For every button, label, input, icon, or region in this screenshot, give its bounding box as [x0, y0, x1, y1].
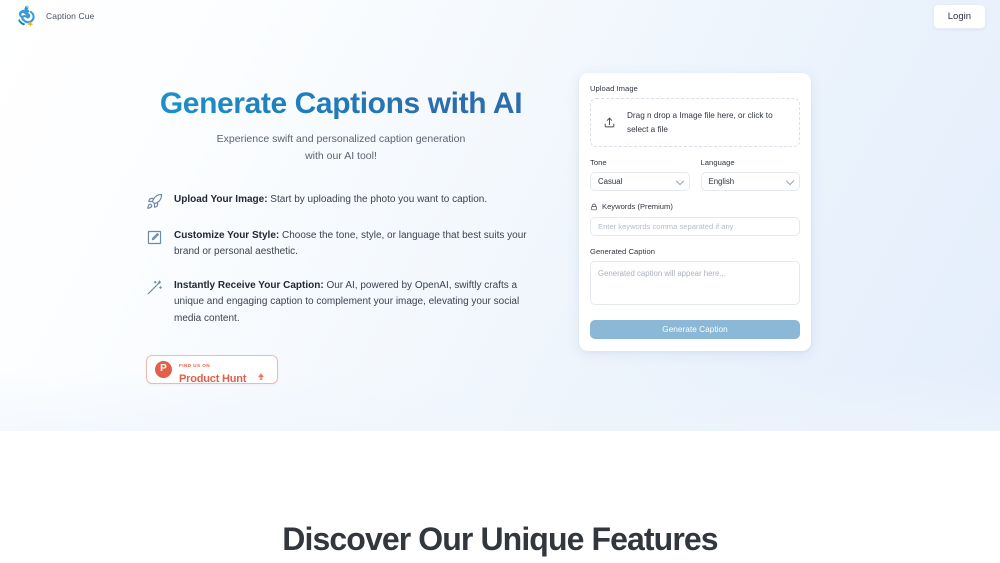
upload-icon: [603, 116, 616, 129]
rocket-icon: [146, 193, 163, 210]
features-section-title: Discover Our Unique Features: [282, 521, 718, 557]
tone-select[interactable]: Casual: [590, 172, 690, 191]
language-field: Language English: [700, 158, 800, 191]
upvote-caret-icon: [258, 356, 264, 378]
feature-item-instant-text: Instantly Receive Your Caption: Our AI, …: [174, 278, 536, 327]
tone-selected-value: Casual: [598, 177, 623, 186]
feature-item-customize-title: Customize Your Style:: [174, 229, 280, 241]
brand-name: Caption Cue: [46, 11, 95, 21]
feature-item-customize: Customize Your Style: Choose the tone, s…: [146, 228, 536, 260]
feature-item-customize-text: Customize Your Style: Choose the tone, s…: [174, 228, 536, 260]
page-root: Caption Cue Login Generate Captions with…: [0, 0, 1000, 563]
generated-caption-textarea[interactable]: [590, 261, 800, 305]
hero-subtitle: Experience swift and personalized captio…: [146, 131, 536, 164]
product-hunt-text: FIND US ON Product Hunt: [179, 354, 253, 386]
feature-list: Upload Your Image: Start by uploading th…: [146, 192, 536, 327]
language-selected-value: English: [708, 177, 735, 186]
tone-field: Tone Casual: [590, 158, 690, 191]
product-hunt-icon: P: [155, 360, 172, 378]
product-hunt-kicker: FIND US ON: [179, 362, 211, 368]
keywords-input[interactable]: [590, 217, 800, 236]
magic-wand-icon: [146, 279, 163, 296]
keywords-label-row: Keywords (Premium): [590, 202, 800, 211]
language-select[interactable]: English: [700, 172, 800, 191]
feature-item-instant-title: Instantly Receive Your Caption:: [174, 280, 324, 292]
login-button[interactable]: Login: [932, 3, 986, 29]
dropzone-text: Drag n drop a Image file here, or click …: [627, 111, 773, 134]
generated-caption-label: Generated Caption: [590, 247, 656, 256]
product-hunt-name: Product Hunt: [179, 372, 247, 385]
hero-content: Generate Captions with AI Experience swi…: [0, 0, 1000, 431]
tone-label: Tone: [590, 158, 607, 167]
genie-lamp-icon: [14, 3, 40, 29]
feature-item-instant: Instantly Receive Your Caption: Our AI, …: [146, 278, 536, 327]
product-hunt-votes: 9: [253, 356, 269, 382]
chevron-down-icon: [785, 176, 795, 186]
tone-language-row: Tone Casual Language English: [590, 158, 800, 191]
hero-left-column: Generate Captions with AI Experience swi…: [146, 86, 536, 386]
features-section: Discover Our Unique Features: [0, 431, 1000, 563]
brand[interactable]: Caption Cue: [14, 3, 94, 29]
keywords-label: Keywords (Premium): [602, 202, 673, 211]
generate-caption-button[interactable]: Generate Caption: [590, 320, 800, 339]
product-hunt-vote-count: 9: [259, 376, 263, 383]
feature-item-upload: Upload Your Image: Start by uploading th…: [146, 192, 536, 210]
language-label: Language: [700, 158, 735, 167]
image-dropzone[interactable]: Drag n drop a Image file here, or click …: [590, 98, 800, 147]
feature-item-upload-text: Upload Your Image: Start by uploading th…: [174, 192, 487, 208]
chevron-down-icon: [675, 176, 684, 186]
feature-item-upload-title: Upload Your Image:: [174, 193, 268, 205]
hero-subtitle-line-2: with our AI tool!: [305, 149, 377, 162]
pencil-square-icon: [146, 229, 163, 246]
upload-image-label: Upload Image: [590, 84, 638, 93]
feature-item-upload-body: Start by uploading the photo you want to…: [267, 193, 488, 205]
hero-subtitle-line-1: Experience swift and personalized captio…: [216, 133, 466, 146]
product-hunt-icon-letter: P: [160, 363, 167, 375]
lock-icon: [590, 203, 598, 211]
site-header: Caption Cue Login: [0, 0, 1000, 32]
caption-generator-card: Upload Image Drag n drop a Image file he…: [579, 73, 811, 351]
product-hunt-badge[interactable]: P FIND US ON Product Hunt 9: [146, 354, 278, 386]
page-title: Generate Captions with AI: [146, 86, 536, 121]
